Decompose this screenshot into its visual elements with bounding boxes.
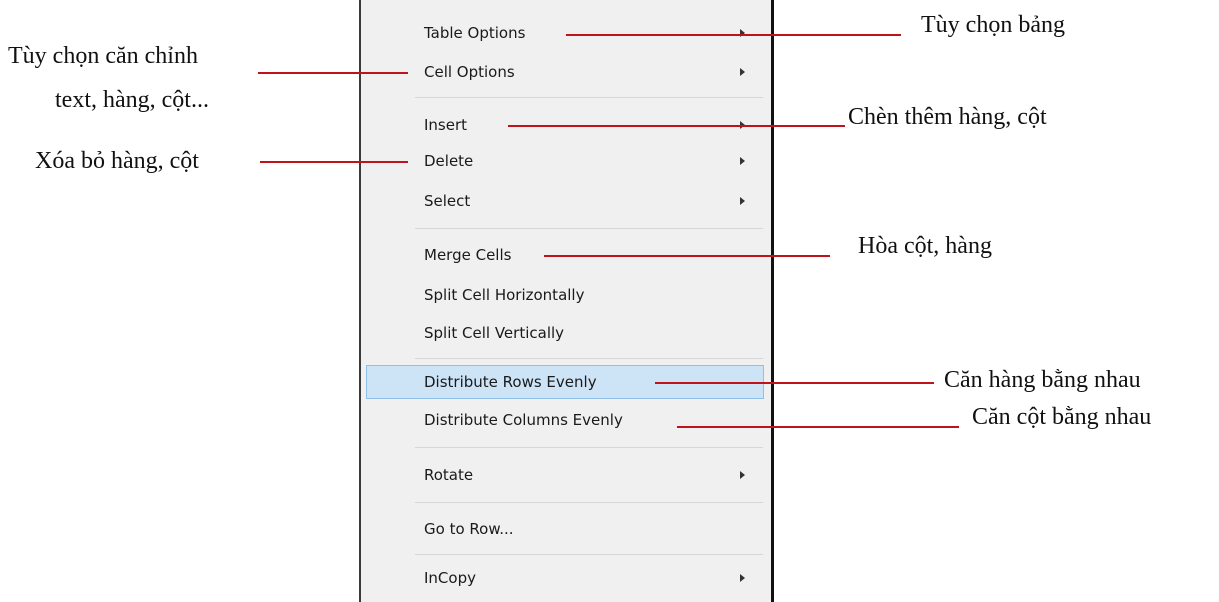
annotation-distribute-rows: Căn hàng bằng nhau	[944, 367, 1141, 393]
callout-line-distribute-columns	[677, 426, 959, 428]
annotation-delete: Xóa bỏ hàng, cột	[35, 148, 199, 174]
menu-separator	[415, 228, 763, 229]
annotation-merge: Hòa cột, hàng	[858, 233, 992, 259]
chevron-right-icon	[740, 68, 745, 76]
annotation-distribute-columns: Căn cột bằng nhau	[972, 404, 1152, 430]
menu-item-label: InCopy	[424, 569, 476, 587]
menu-separator	[415, 554, 763, 555]
chevron-right-icon	[740, 157, 745, 165]
menu-item-label: Go to Row...	[424, 520, 514, 538]
menu-item-label: Delete	[424, 152, 474, 170]
callout-line-table-options	[566, 34, 901, 36]
menu-item-label: Distribute Rows Evenly	[424, 373, 597, 391]
chevron-right-icon	[740, 574, 745, 582]
menu-right-border	[771, 0, 774, 602]
annotation-insert: Chèn thêm hàng, cột	[848, 104, 1047, 130]
callout-line-insert	[508, 125, 845, 127]
menu-item-distribute-columns-evenly[interactable]: Distribute Columns Evenly	[361, 405, 771, 435]
screenshot-stage: Table Options Cell Options Insert Delete…	[0, 0, 1219, 602]
menu-item-cell-options[interactable]: Cell Options	[361, 57, 771, 87]
menu-item-delete[interactable]: Delete	[361, 146, 771, 176]
menu-item-split-cell-vertically[interactable]: Split Cell Vertically	[361, 318, 771, 348]
menu-separator	[415, 358, 763, 359]
menu-item-go-to-row[interactable]: Go to Row...	[361, 514, 771, 544]
menu-item-label: Insert	[424, 116, 468, 134]
menu-item-label: Split Cell Horizontally	[424, 286, 585, 304]
annotation-cell-options-line2: text, hàng, cột...	[55, 87, 209, 113]
annotation-cell-options-line1: Tùy chọn căn chỉnh	[8, 43, 198, 69]
chevron-right-icon	[740, 471, 745, 479]
menu-separator	[415, 502, 763, 503]
menu-item-label: Merge Cells	[424, 246, 512, 264]
menu-item-label: Table Options	[424, 24, 526, 42]
menu-separator	[415, 97, 763, 98]
menu-item-label: Split Cell Vertically	[424, 324, 565, 342]
menu-separator	[415, 447, 763, 448]
callout-line-distribute-rows	[655, 382, 934, 384]
callout-line-delete	[260, 161, 408, 163]
menu-item-label: Distribute Columns Evenly	[424, 411, 623, 429]
menu-item-select[interactable]: Select	[361, 186, 771, 216]
menu-item-rotate[interactable]: Rotate	[361, 460, 771, 490]
menu-item-label: Select	[424, 192, 471, 210]
menu-item-table-options[interactable]: Table Options	[361, 18, 771, 48]
chevron-right-icon	[740, 197, 745, 205]
callout-line-cell-options	[258, 72, 408, 74]
menu-item-label: Rotate	[424, 466, 474, 484]
menu-item-split-cell-horizontally[interactable]: Split Cell Horizontally	[361, 280, 771, 310]
menu-item-incopy[interactable]: InCopy	[361, 563, 771, 593]
menu-item-label: Cell Options	[424, 63, 515, 81]
annotation-table-options: Tùy chọn bảng	[921, 12, 1065, 38]
callout-line-merge	[544, 255, 830, 257]
table-context-menu: Table Options Cell Options Insert Delete…	[361, 0, 771, 602]
